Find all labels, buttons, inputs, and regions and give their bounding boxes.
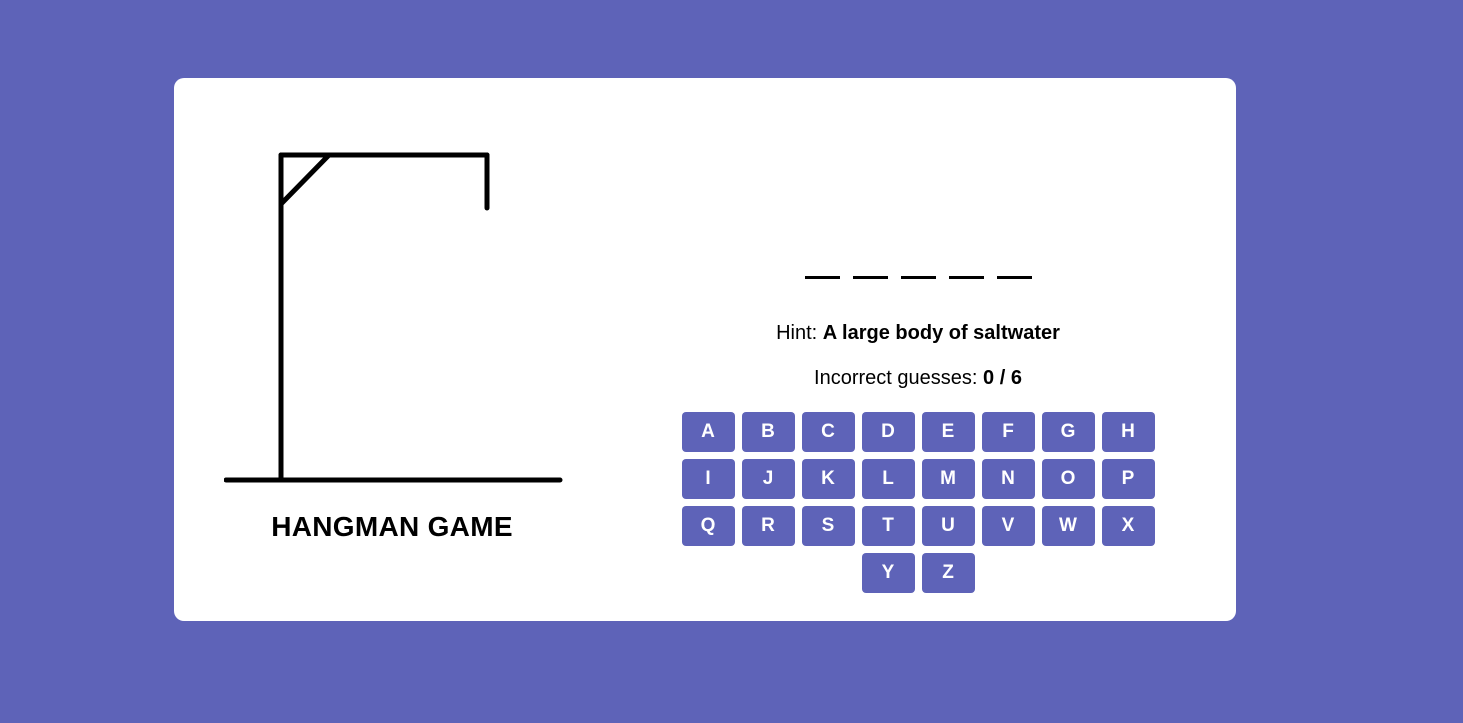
key-k[interactable]: K: [801, 459, 855, 499]
letter-keyboard: A B C D E F G H I J K L M N O P Q R S T …: [652, 412, 1184, 593]
guesses-count: 0 / 6: [983, 367, 1022, 389]
gallows-icon: [224, 152, 563, 483]
game-panel: Hint: A large body of saltwater Incorrec…: [652, 78, 1184, 621]
word-display: [652, 246, 1184, 279]
hint-label: Hint:: [776, 322, 818, 344]
incorrect-guesses: Incorrect guesses: 0 / 6: [652, 367, 1184, 390]
game-title: HANGMAN GAME: [271, 511, 513, 542]
key-s[interactable]: S: [801, 506, 855, 546]
letter-slot: [804, 246, 840, 279]
letter-slot: [900, 246, 936, 279]
key-x[interactable]: X: [1101, 506, 1155, 546]
key-j[interactable]: J: [741, 459, 795, 499]
key-m[interactable]: M: [921, 459, 975, 499]
key-f[interactable]: F: [981, 412, 1035, 452]
key-z[interactable]: Z: [921, 553, 975, 593]
key-u[interactable]: U: [921, 506, 975, 546]
key-a[interactable]: A: [681, 412, 735, 452]
key-y[interactable]: Y: [861, 553, 915, 593]
key-o[interactable]: O: [1041, 459, 1095, 499]
guesses-label: Incorrect guesses:: [814, 367, 978, 389]
hint-value: A large body of saltwater: [822, 322, 1060, 344]
letter-slot: [948, 246, 984, 279]
key-l[interactable]: L: [861, 459, 915, 499]
key-v[interactable]: V: [981, 506, 1035, 546]
key-w[interactable]: W: [1041, 506, 1095, 546]
key-c[interactable]: C: [801, 412, 855, 452]
key-h[interactable]: H: [1101, 412, 1155, 452]
key-p[interactable]: P: [1101, 459, 1155, 499]
key-d[interactable]: D: [861, 412, 915, 452]
key-r[interactable]: R: [741, 506, 795, 546]
key-b[interactable]: B: [741, 412, 795, 452]
letter-slot: [852, 246, 888, 279]
game-card: HANGMAN GAME Hint: A large body of saltw…: [174, 78, 1236, 621]
gallows-brace: [278, 152, 332, 207]
key-i[interactable]: I: [681, 459, 735, 499]
key-g[interactable]: G: [1041, 412, 1095, 452]
letter-slot: [996, 246, 1032, 279]
hint-text: Hint: A large body of saltwater: [652, 322, 1184, 345]
key-t[interactable]: T: [861, 506, 915, 546]
key-q[interactable]: Q: [681, 506, 735, 546]
key-n[interactable]: N: [981, 459, 1035, 499]
key-e[interactable]: E: [921, 412, 975, 452]
